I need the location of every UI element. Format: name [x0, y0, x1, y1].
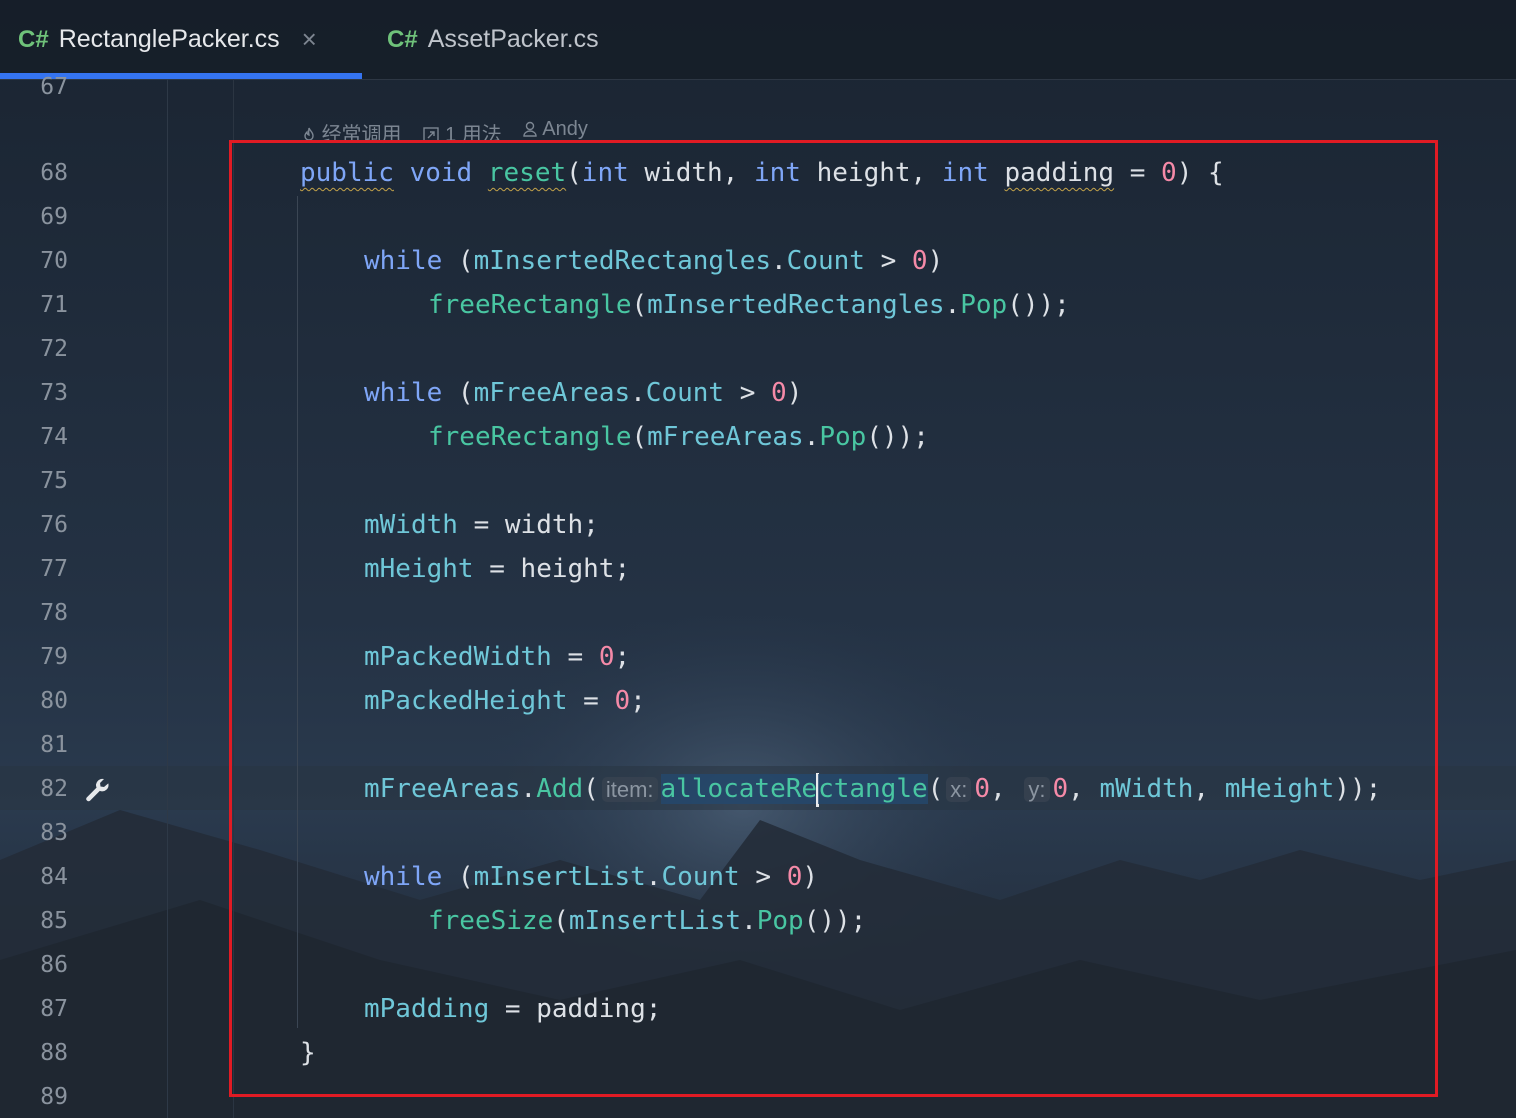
gutter-separator: [167, 79, 168, 1118]
line-number: 70: [40, 248, 68, 274]
line-number: 84: [40, 864, 68, 890]
line-number: 77: [40, 556, 68, 582]
tab-label: RectanglePacker.cs: [58, 25, 280, 53]
line-number: 76: [40, 512, 68, 538]
line-number: 85: [40, 908, 68, 934]
line-number: 87: [40, 996, 68, 1022]
csharp-file-icon: C#: [387, 25, 418, 53]
author-label: Andy: [542, 118, 588, 140]
line-number: 68: [40, 160, 68, 186]
line-number: 69: [40, 204, 68, 230]
line-number: 89: [40, 1084, 68, 1110]
tab-assetpacker[interactable]: C# AssetPacker.cs: [385, 0, 599, 79]
line-number: 73: [40, 380, 68, 406]
tab-rectanglepacker[interactable]: C# RectanglePacker.cs ×: [0, 0, 362, 79]
line-number: 79: [40, 644, 68, 670]
close-icon[interactable]: ×: [302, 24, 317, 55]
line-number: 71: [40, 292, 68, 318]
line-number: 78: [40, 600, 68, 626]
line-number: 80: [40, 688, 68, 714]
line-number: 86: [40, 952, 68, 978]
line-number: 74: [40, 424, 68, 450]
user-icon: [523, 121, 537, 137]
editor-tab-bar: C# RectanglePacker.cs × C# AssetPacker.c…: [0, 0, 1516, 80]
line-number: 82: [40, 776, 68, 802]
line-number: 88: [40, 1040, 68, 1066]
wrench-icon[interactable]: [83, 776, 111, 804]
tab-label: AssetPacker.cs: [427, 25, 599, 53]
line-number: 75: [40, 468, 68, 494]
line-number: 81: [40, 732, 68, 758]
line-number: 72: [40, 336, 68, 362]
line-number: 67: [40, 74, 68, 100]
line-number: 83: [40, 820, 68, 846]
csharp-file-icon: C#: [18, 25, 49, 53]
highlight-box: [229, 140, 1438, 1097]
